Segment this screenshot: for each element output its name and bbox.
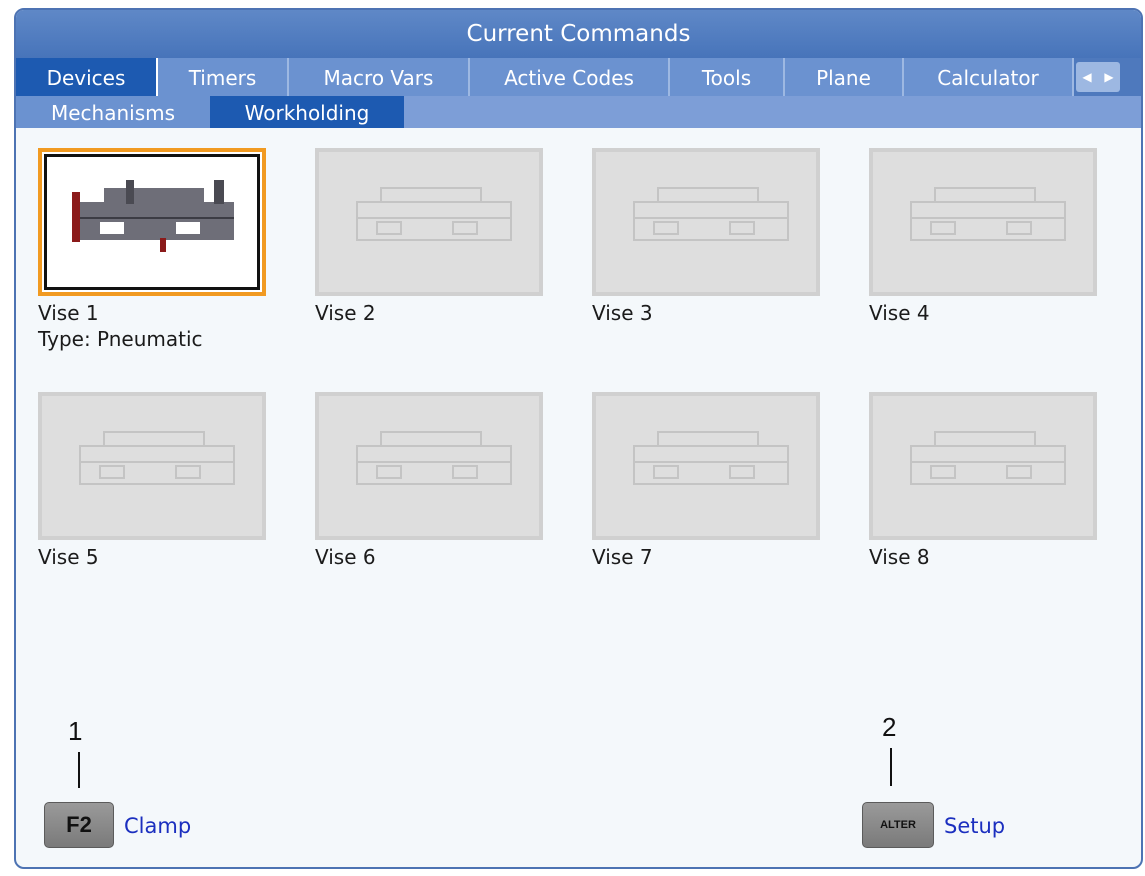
vise-icon — [356, 187, 512, 241]
vise-thumbnail — [315, 148, 543, 296]
callout-2-line — [890, 748, 892, 786]
vise-icon — [72, 180, 234, 252]
subtab-workholding[interactable]: Workholding — [210, 96, 404, 128]
device-name: Vise 5 — [38, 545, 99, 569]
vise-thumbnail — [869, 392, 1097, 540]
device-vise-5[interactable]: Vise 5 — [38, 392, 270, 570]
tab-calculator[interactable]: Calculator — [904, 58, 1074, 96]
callout-1: 1 — [68, 716, 83, 746]
device-name: Vise 7 — [592, 545, 653, 569]
device-vise-6[interactable]: Vise 6 — [315, 392, 547, 570]
device-name: Vise 1 — [38, 301, 99, 325]
vise-icon — [356, 431, 512, 485]
device-name: Vise 2 — [315, 301, 376, 325]
vise-thumbnail — [592, 148, 820, 296]
device-vise-4[interactable]: Vise 4 — [869, 148, 1101, 326]
device-name: Vise 4 — [869, 301, 930, 325]
setup-label: Setup — [944, 814, 1006, 838]
vise-thumbnail — [38, 392, 266, 540]
device-name: Vise 6 — [315, 545, 376, 569]
device-name: Vise 8 — [869, 545, 930, 569]
vise-icon — [79, 431, 235, 485]
vise-icon — [910, 431, 1066, 485]
sub-tab-bar: Mechanisms Workholding — [16, 96, 1141, 128]
current-commands-window: Current Commands Devices Timers Macro Va… — [14, 8, 1143, 869]
tab-macro-vars[interactable]: Macro Vars — [289, 58, 470, 96]
device-vise-7[interactable]: Vise 7 — [592, 392, 824, 570]
arrow-right-icon[interactable]: ▶ — [1104, 70, 1113, 84]
vise-icon — [633, 431, 789, 485]
tab-scroll-arrows[interactable]: ◀ ▶ — [1076, 62, 1120, 92]
tab-devices[interactable]: Devices — [16, 58, 158, 96]
callout-2: 2 — [882, 712, 897, 742]
alter-key-button[interactable]: ALTER — [862, 802, 934, 848]
tab-active-codes[interactable]: Active Codes — [470, 58, 670, 96]
device-vise-2[interactable]: Vise 2 — [315, 148, 547, 326]
device-vise-8[interactable]: Vise 8 — [869, 392, 1101, 570]
vise-thumbnail — [592, 392, 820, 540]
tab-plane[interactable]: Plane — [785, 58, 904, 96]
vise-icon — [910, 187, 1066, 241]
arrow-left-icon[interactable]: ◀ — [1082, 70, 1091, 84]
device-vise-3[interactable]: Vise 3 — [592, 148, 824, 326]
callout-1-line — [78, 752, 80, 788]
main-tab-bar: Devices Timers Macro Vars Active Codes T… — [16, 58, 1141, 96]
device-type: Type: Pneumatic — [38, 327, 203, 351]
device-vise-1[interactable]: Vise 1 Type: Pneumatic — [38, 148, 270, 352]
tab-timers[interactable]: Timers — [158, 58, 289, 96]
tab-tools[interactable]: Tools — [670, 58, 785, 96]
vise-thumbnail — [315, 392, 543, 540]
vise-thumbnail — [38, 148, 266, 296]
f2-key-button[interactable]: F2 — [44, 802, 114, 848]
clamp-label: Clamp — [124, 814, 192, 838]
window-title: Current Commands — [16, 10, 1141, 58]
vise-thumbnail — [869, 148, 1097, 296]
subtab-mechanisms[interactable]: Mechanisms — [16, 96, 210, 128]
vise-icon — [633, 187, 789, 241]
device-name: Vise 3 — [592, 301, 653, 325]
